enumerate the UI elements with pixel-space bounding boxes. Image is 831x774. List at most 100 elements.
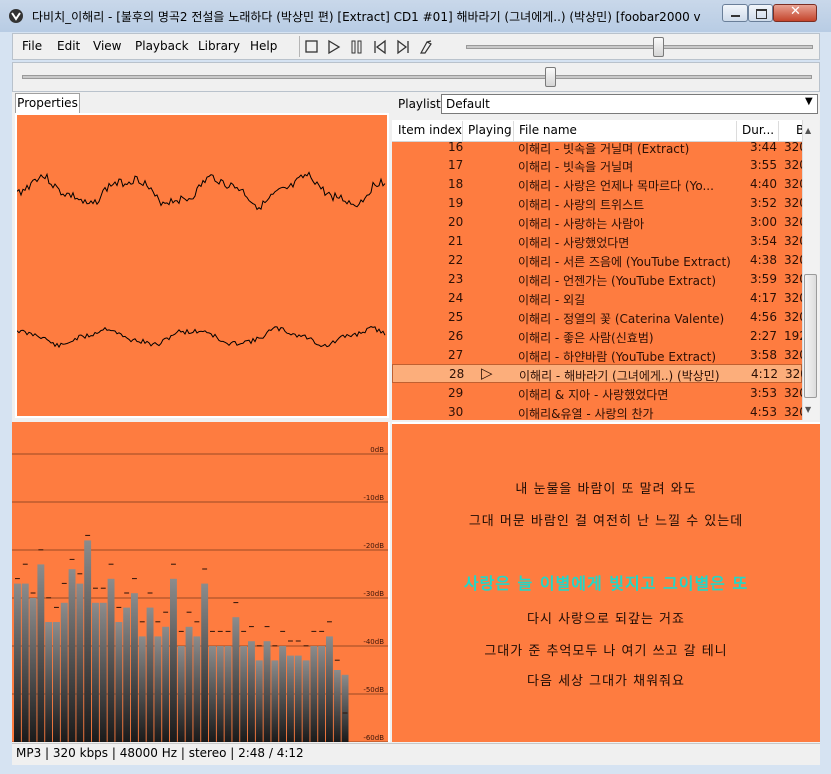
close-button[interactable]: ✕ [773,4,817,22]
row-index: 25 [448,310,464,324]
spectrum-bar [123,607,131,742]
playlist-row[interactable]: 28 ▷ 이해리 - 해바라기 (그녀에게..) (박상민) 4:12 320 [392,364,802,383]
stop-icon[interactable] [304,39,320,55]
column-separator[interactable] [736,121,737,141]
menu-library[interactable]: Library [198,39,240,53]
row-bitrate: 320 [784,291,802,305]
row-index: 30 [448,405,464,419]
playlist-row[interactable]: 23 이해리 - 언젠가는 (YouTube Extract) 3:59 320 [392,270,802,289]
spectrum-bar [92,602,99,742]
spectrum-db-label: -50dB [363,686,384,694]
row-index: 28 [449,367,465,381]
playlist-row[interactable]: 16 이해리 - 빗속을 거닐며 (Extract) 3:44 320 [392,142,802,157]
row-index: 22 [448,253,464,267]
row-index: 18 [448,177,464,191]
row-index: 23 [448,272,464,286]
row-bitrate: 320 [784,310,802,324]
playlist-row[interactable]: 22 이해리 - 서른 즈음에 (YouTube Extract) 4:38 320 [392,251,802,270]
close-icon: ✕ [790,4,801,19]
row-bitrate: 320 [785,367,802,381]
pause-icon[interactable] [349,39,365,55]
playlist-row[interactable]: 21 이해리 - 사랑했었다면 3:54 320 [392,232,802,251]
spectrum-bar [107,578,115,742]
playlist-row[interactable]: 19 이해리 - 사랑의 트위스트 3:52 320 [392,194,802,213]
maximize-icon [756,9,767,19]
row-bitrate: 320 [784,142,802,154]
column-separator[interactable] [462,121,463,141]
spectrum-bar [146,607,154,742]
row-duration: 3:52 [750,196,777,210]
playlist-row[interactable]: 27 이해리 - 하얀바람 (YouTube Extract) 3:58 320 [392,346,802,365]
seek-slider-thumb[interactable] [544,67,556,87]
spectrum-bar [177,646,185,742]
menu-view[interactable]: View [93,39,121,53]
tab-properties[interactable]: Properties [15,93,80,113]
spectrum-db-label: -20dB [363,542,384,550]
row-file-name: 이해리 - 사랑했었다면 [518,236,630,250]
volume-slider-thumb[interactable] [652,37,664,57]
foobar-app-icon [9,9,23,23]
spectrum-bar [310,646,318,742]
seek-slider-track[interactable] [22,75,812,79]
spectrum-bar [224,646,232,742]
row-bitrate: 320 [784,234,802,248]
spectrum-bar [154,636,162,742]
previous-icon[interactable] [372,39,388,55]
spectrum-bar [131,593,138,742]
column-duration[interactable]: Dur... [742,123,774,137]
spectrum-bar [37,564,45,742]
spectrum-bar [216,646,224,742]
row-bitrate: 320 [784,272,802,286]
minimize-button[interactable] [722,4,748,22]
spectrum-bar [209,646,216,742]
menu-playback[interactable]: Playback [135,39,189,53]
spectrum-bar [279,646,287,742]
next-icon[interactable] [395,39,411,55]
playlist-row[interactable]: 29 이해리 & 지아 - 사랑했었다면 3:53 320 [392,384,802,403]
scroll-down-icon[interactable]: ▼ [805,405,811,414]
row-bitrate: 320 [784,196,802,210]
playlist-row[interactable]: 17 이해리 - 빗속을 거닐며 3:55 320 [392,156,802,175]
playlist-row[interactable]: 26 이해리 - 좋은 사람(신효범) 2:27 192 [392,327,802,346]
playlist-row[interactable]: 25 이해리 - 정열의 꽃 (Caterina Valente) 4:56 320 [392,308,802,327]
row-index: 17 [448,158,464,172]
spectrum-bar [138,636,146,742]
scroll-up-icon[interactable]: ▲ [805,126,811,135]
playlist-row[interactable]: 18 이해리 - 사랑은 언제나 목마르다 (Yo... 4:40 320 [392,175,802,194]
column-item-index[interactable]: Item index [398,123,462,137]
spectrum-bar [60,602,68,742]
spectrum-bar [115,622,123,742]
row-duration: 3:53 [750,386,777,400]
column-playing[interactable]: Playing [468,123,512,137]
row-duration: 3:55 [750,158,777,172]
spectrum-bar [53,622,60,742]
playlist-scrollbar-thumb[interactable] [804,274,817,398]
menu-edit[interactable]: Edit [57,39,80,53]
spectrum-bar [333,670,341,742]
playlist-row[interactable]: 24 이해리 - 외길 4:17 320 [392,289,802,308]
spectrum-bar [294,655,302,742]
toolbar-separator [299,36,300,57]
row-bitrate: 320 [784,158,802,172]
menu-help[interactable]: Help [250,39,277,53]
column-separator[interactable] [778,121,779,141]
row-duration: 3:54 [750,234,777,248]
now-playing-icon: ▷ [481,364,493,382]
play-icon[interactable] [326,39,342,55]
row-file-name: 이해리 - 빗속을 거닐며 [518,160,634,174]
maximize-button[interactable] [748,4,773,22]
playlist-row[interactable]: 30 이해리&유열 - 사랑의 찬가 4:53 320 [392,403,802,420]
spectrum-bar [326,636,333,742]
column-file-name[interactable]: File name [519,123,577,137]
menu-file[interactable]: File [22,39,42,53]
column-separator[interactable] [513,121,514,141]
playlist-dropdown[interactable] [441,94,818,114]
minimize-icon [731,15,740,17]
row-index: 29 [448,386,464,400]
volume-slider-track[interactable] [466,45,813,49]
random-icon[interactable] [418,39,434,55]
chevron-down-icon[interactable]: ▼ [805,96,813,107]
playlist-row[interactable]: 20 이해리 - 사랑하는 사람아 3:00 320 [392,213,802,232]
spectrum-bar [271,660,279,742]
lyric-line: 다음 세상 그대가 채워줘요 [527,674,685,689]
